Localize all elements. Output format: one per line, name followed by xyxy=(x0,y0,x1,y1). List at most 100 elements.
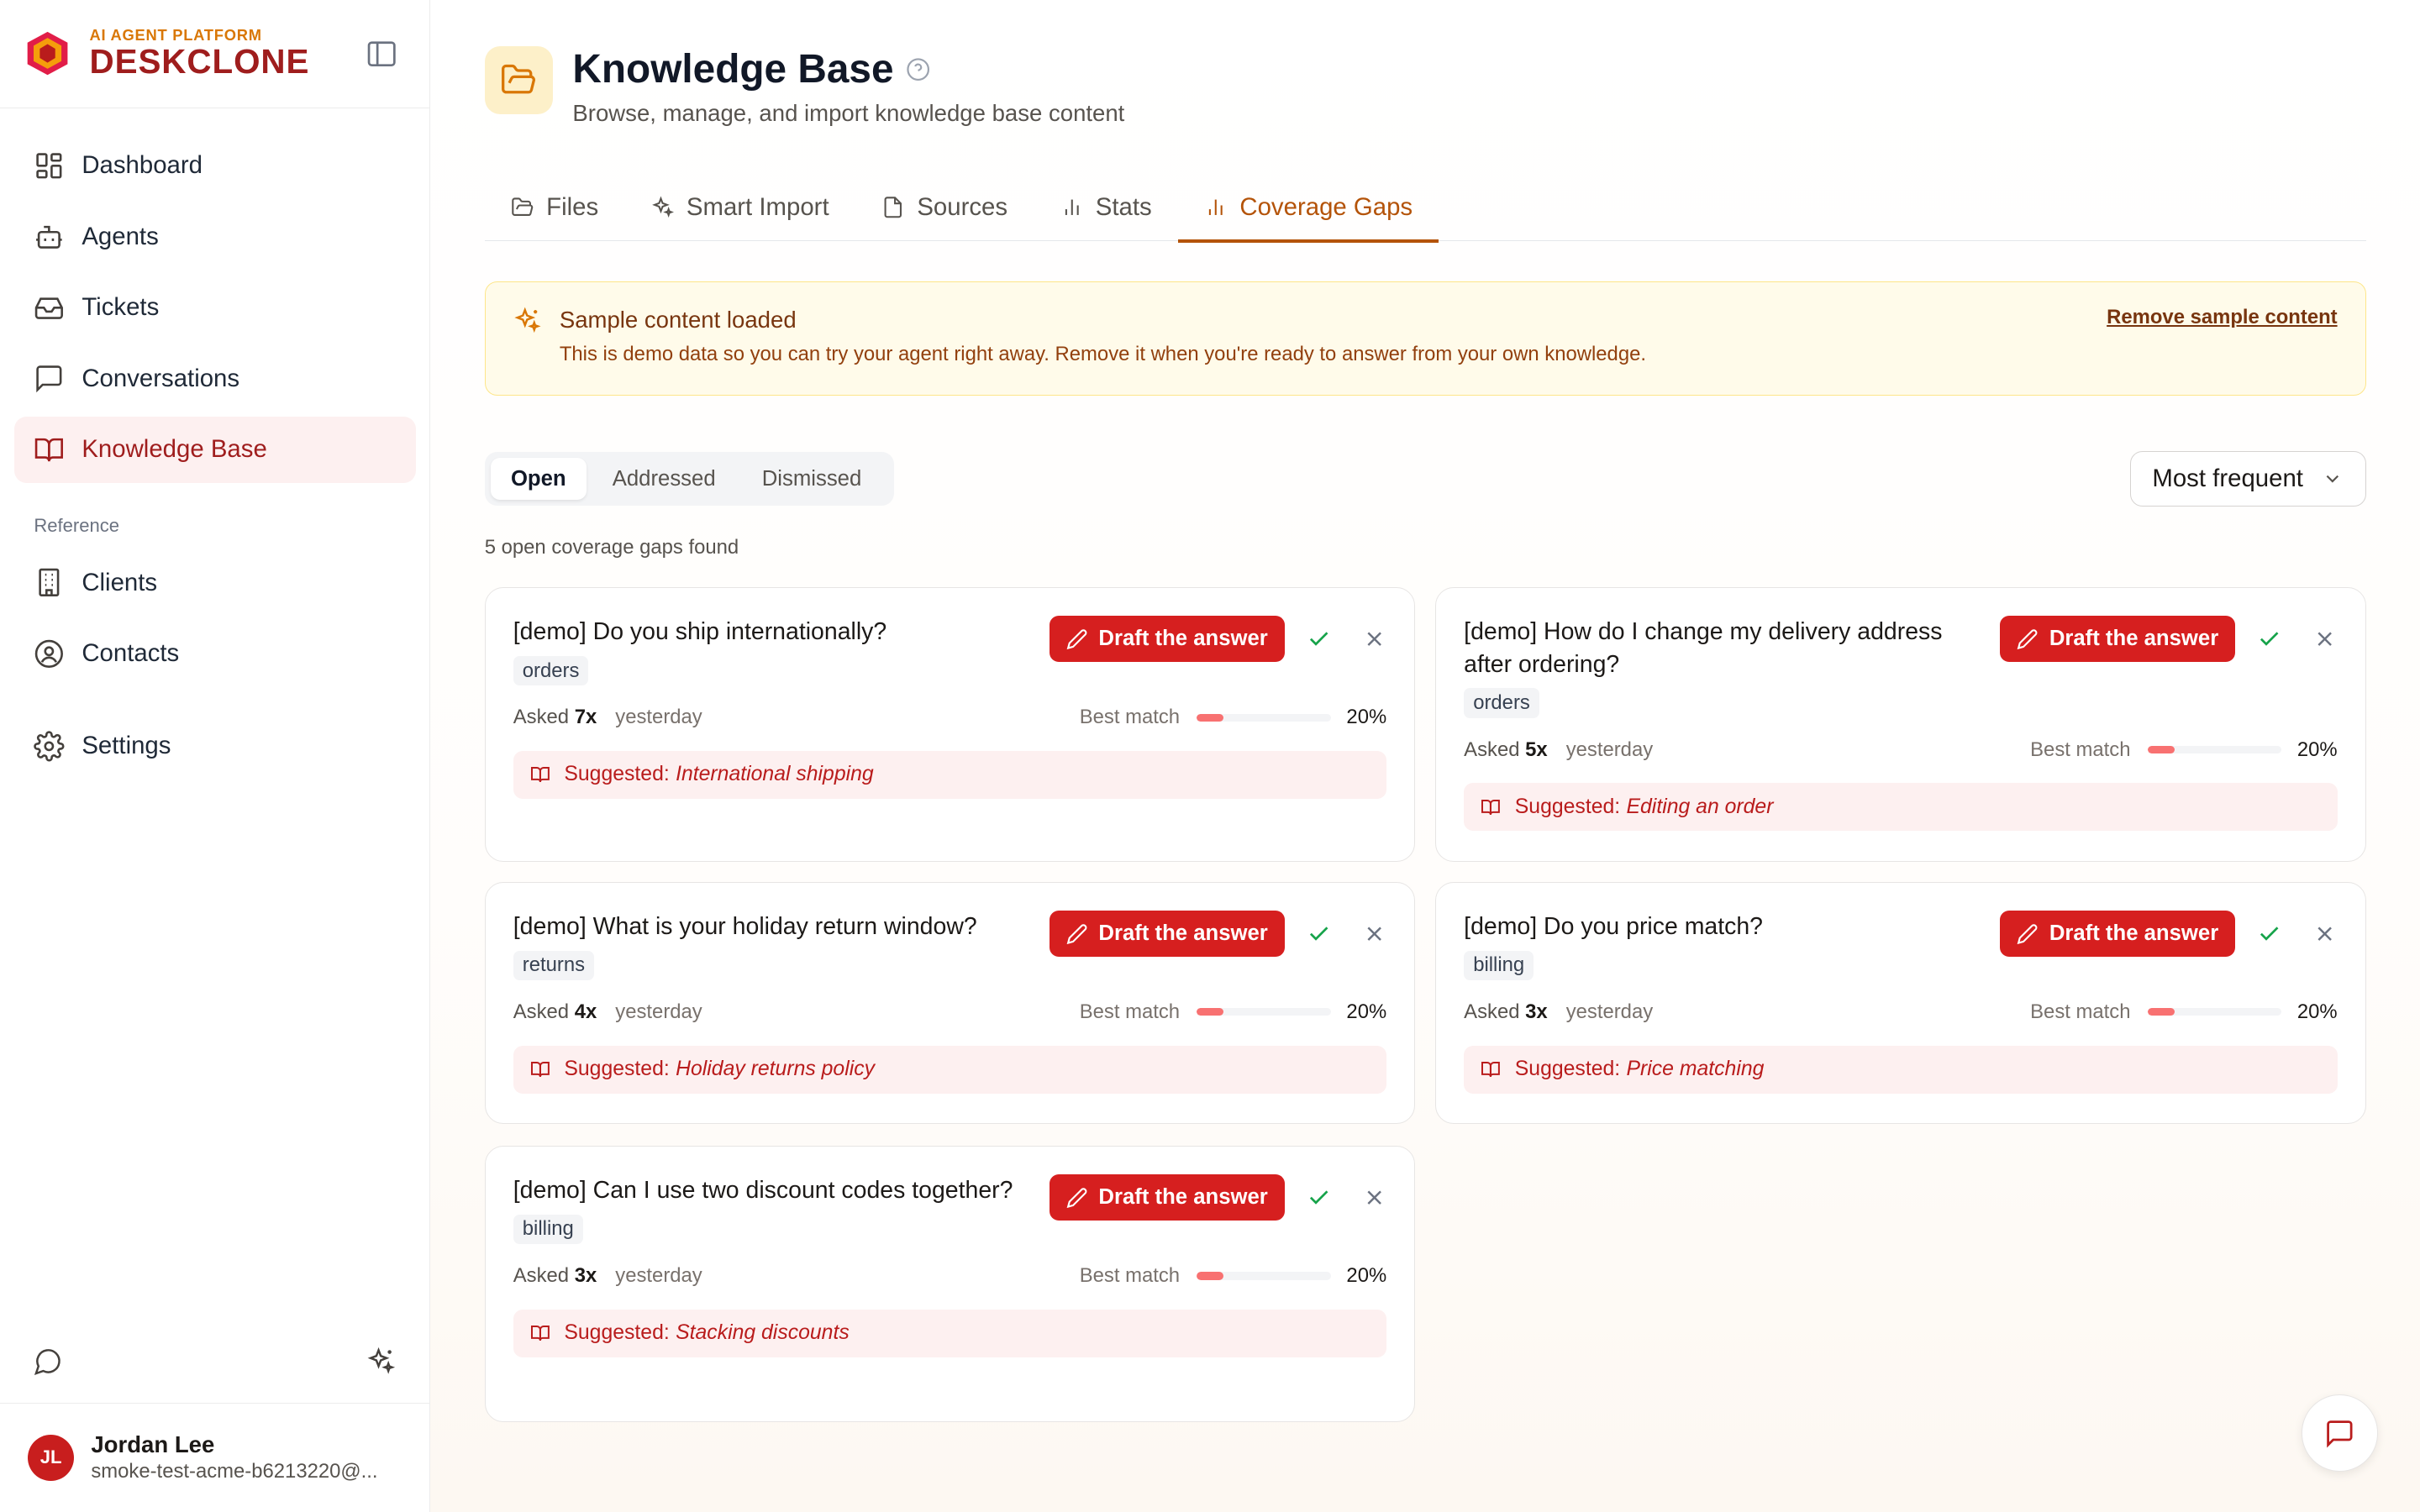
sidebar-item-agents[interactable]: Agents xyxy=(14,203,416,270)
check-icon[interactable] xyxy=(2257,921,2281,946)
draft-answer-button[interactable]: Draft the answer xyxy=(2000,910,2236,958)
header-icon-box xyxy=(484,46,553,114)
check-icon[interactable] xyxy=(2257,627,2281,651)
tab-label: Sources xyxy=(917,192,1008,221)
sidebar-item-tickets[interactable]: Tickets xyxy=(14,275,416,341)
check-icon[interactable] xyxy=(1307,1185,1331,1210)
suggested-article[interactable]: Suggested: Price matching xyxy=(1464,1045,2338,1094)
close-icon[interactable] xyxy=(2312,627,2337,651)
tab-label: Stats xyxy=(1095,192,1152,221)
match-bar-fill xyxy=(1197,713,1224,722)
tab-sources[interactable]: Sources xyxy=(855,173,1034,241)
sidebar-item-label: Settings xyxy=(82,732,171,760)
gap-card: [demo] Do you ship internationally? order… xyxy=(484,587,1416,862)
book-icon xyxy=(530,1062,550,1078)
sidebar-item-contacts[interactable]: Contacts xyxy=(14,620,416,686)
match-bar xyxy=(1197,1008,1332,1016)
chevron-down-icon xyxy=(2326,475,2339,483)
draft-answer-button[interactable]: Draft the answer xyxy=(2000,616,2236,663)
gap-when: yesterday xyxy=(1565,738,1654,761)
asked-count: 3x xyxy=(574,1263,597,1287)
pencil-icon xyxy=(1066,1187,1087,1208)
sidebar-item-settings[interactable]: Settings xyxy=(14,713,416,780)
suggested-article[interactable]: Suggested: Editing an order xyxy=(1464,783,2338,832)
sidebar-item-conversations[interactable]: Conversations xyxy=(14,345,416,412)
check-icon[interactable] xyxy=(1307,627,1331,651)
asked-label: Asked xyxy=(1464,1000,1520,1023)
book-icon xyxy=(530,767,550,783)
asked-count: 4x xyxy=(574,1000,597,1023)
user-email: smoke-test-acme-b6213220@... xyxy=(91,1460,378,1483)
sidebar-item-clients[interactable]: Clients xyxy=(14,549,416,616)
brand-name: DESKCLONE xyxy=(89,41,310,81)
pencil-icon xyxy=(2017,923,2038,944)
suggested-label: Suggested: xyxy=(564,1321,670,1345)
filter-dismissed[interactable]: Dismissed xyxy=(742,458,881,500)
draft-answer-button[interactable]: Draft the answer xyxy=(1049,616,1286,663)
draft-button-label: Draft the answer xyxy=(1098,627,1268,651)
sparkles-icon[interactable] xyxy=(366,1347,396,1376)
tab-coverage-gaps[interactable]: Coverage Gaps xyxy=(1177,173,1439,244)
book-icon xyxy=(1481,799,1501,815)
logo-icon xyxy=(28,32,68,76)
pencil-icon xyxy=(1066,629,1087,649)
gap-tag: billing xyxy=(1464,950,1534,981)
match-bar-fill xyxy=(2147,1008,2175,1016)
sidebar-item-knowledge-base[interactable]: Knowledge Base xyxy=(13,416,416,483)
page-header: Knowledge Base Browse, manage, and impor… xyxy=(484,0,2366,127)
check-icon[interactable] xyxy=(1307,921,1331,946)
filter-addressed[interactable]: Addressed xyxy=(592,458,736,500)
asked-count: 3x xyxy=(1525,1000,1548,1023)
tab-files[interactable]: Files xyxy=(485,173,625,241)
match-bar-fill xyxy=(1197,1272,1224,1280)
suggested-title: Holiday returns policy xyxy=(676,1058,875,1081)
page-title: Knowledge Base xyxy=(572,47,894,92)
message-circle-icon[interactable] xyxy=(34,1347,63,1376)
bar-chart-icon xyxy=(1208,199,1223,216)
close-icon[interactable] xyxy=(1362,921,1386,946)
close-icon[interactable] xyxy=(2312,921,2337,946)
asked-label: Asked xyxy=(513,706,570,729)
nav-section-reference: Reference xyxy=(34,515,120,537)
gap-when: yesterday xyxy=(615,706,702,729)
draft-answer-button[interactable]: Draft the answer xyxy=(1049,1174,1286,1221)
match-bar-fill xyxy=(2147,746,2175,754)
suggested-article[interactable]: Suggested: International shipping xyxy=(513,750,1387,799)
dashboard-icon xyxy=(36,153,62,179)
remove-sample-link[interactable]: Remove sample content xyxy=(2107,306,2337,329)
gap-when: yesterday xyxy=(1565,1000,1654,1023)
sidebar-item-dashboard[interactable]: Dashboard xyxy=(14,133,416,199)
match-bar-fill xyxy=(1197,1008,1224,1016)
best-match-label: Best match xyxy=(1079,1263,1181,1287)
suggested-article[interactable]: Suggested: Stacking discounts xyxy=(513,1309,1387,1357)
draft-button-label: Draft the answer xyxy=(2049,627,2219,651)
brand-kicker: AI AGENT PLATFORM xyxy=(89,25,262,44)
suggested-label: Suggested: xyxy=(564,1058,670,1081)
tab-stats[interactable]: Stats xyxy=(1034,173,1178,241)
page-subtitle: Browse, manage, and import knowledge bas… xyxy=(572,100,1125,127)
book-icon xyxy=(530,1326,550,1341)
draft-answer-button[interactable]: Draft the answer xyxy=(1049,910,1286,958)
close-icon[interactable] xyxy=(1362,1185,1386,1210)
help-circle-icon[interactable] xyxy=(906,57,930,81)
user-profile[interactable]: JL Jordan Lee smoke-test-acme-b6213220@.… xyxy=(0,1402,430,1512)
filter-open[interactable]: Open xyxy=(491,458,587,500)
sidebar-toggle-icon[interactable] xyxy=(365,37,398,71)
banner-text: This is demo data so you can try your ag… xyxy=(559,342,1646,365)
tab-bar: Files Smart Import Sources Stats Coverag… xyxy=(484,173,2366,244)
suggested-article[interactable]: Suggested: Holiday returns policy xyxy=(513,1045,1387,1094)
asked-count: 7x xyxy=(574,706,597,729)
sort-select[interactable]: Most frequent xyxy=(2129,451,2366,507)
inbox-icon xyxy=(35,297,64,319)
asked-label: Asked xyxy=(513,1263,570,1287)
gear-icon xyxy=(34,731,65,762)
close-icon[interactable] xyxy=(1362,627,1386,651)
sparkles-icon xyxy=(651,196,674,218)
user-circle-icon xyxy=(35,639,64,668)
tab-label: Files xyxy=(546,192,599,221)
sidebar-tools xyxy=(34,1347,396,1378)
asked-label: Asked xyxy=(1464,738,1520,761)
tab-smart-import[interactable]: Smart Import xyxy=(624,173,855,241)
chat-launcher-button[interactable] xyxy=(2301,1394,2379,1473)
suggested-title: International shipping xyxy=(676,763,874,786)
